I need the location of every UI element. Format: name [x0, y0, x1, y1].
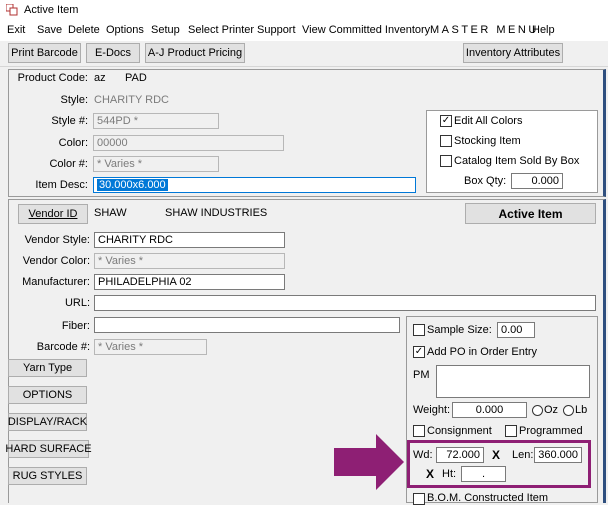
programmed-label: Programmed: [519, 425, 583, 437]
fiber-label: Fiber:: [61, 320, 90, 332]
menu-options[interactable]: Options: [106, 24, 144, 36]
item-desc-value: 30.000x6.000: [97, 179, 168, 191]
pm-label: PM: [413, 369, 430, 381]
bom-label: B.O.M. Constructed Item: [427, 492, 549, 504]
product-code-value: PAD: [125, 72, 147, 84]
add-po-checkbox[interactable]: ✓: [413, 346, 425, 358]
lb-radio[interactable]: [563, 405, 574, 416]
edit-all-colors-label: Edit All Colors: [454, 115, 523, 127]
app-icon: [6, 4, 18, 16]
oz-radio[interactable]: [532, 405, 543, 416]
title-bar: Active Item: [0, 0, 608, 21]
stocking-item-checkbox[interactable]: [440, 135, 452, 147]
sample-size-checkbox[interactable]: [413, 324, 425, 336]
menu-support[interactable]: Support: [257, 24, 296, 36]
edocs-button[interactable]: E-Docs: [86, 43, 140, 63]
yarn-type-button[interactable]: Yarn Type: [8, 359, 87, 377]
oz-label: Oz: [544, 404, 559, 416]
programmed-checkbox[interactable]: [505, 425, 517, 437]
product-code-prefix: az: [94, 72, 106, 84]
window-title: Active Item: [24, 4, 79, 16]
active-item-button[interactable]: Active Item: [465, 203, 596, 224]
style-label: Style:: [60, 94, 88, 106]
style-value: CHARITY RDC: [94, 94, 169, 106]
item-desc-field[interactable]: 30.000x6.000: [93, 177, 416, 193]
vendor-id-label: Vendor ID: [28, 208, 78, 220]
barcode-label: Barcode #:: [36, 341, 90, 353]
url-field[interactable]: [94, 295, 596, 311]
callout-arrow-icon: [334, 434, 404, 490]
style-num-field: 544PD *: [93, 113, 219, 129]
sample-size-label: Sample Size:: [427, 324, 492, 336]
url-label: URL:: [64, 297, 90, 309]
manufacturer-field[interactable]: PHILADELPHIA 02: [94, 274, 285, 290]
menu-view-committed-inventory[interactable]: View Committed Inventory: [302, 24, 430, 36]
menu-bar: Exit Save Delete Options Setup Select Pr…: [0, 21, 608, 41]
sample-size-field[interactable]: 0.00: [497, 322, 535, 338]
hard-surface-button[interactable]: HARD SURFACE: [5, 440, 92, 458]
product-code-label: Product Code:: [17, 72, 88, 84]
manufacturer-label: Manufacturer:: [22, 276, 90, 288]
options-button[interactable]: OPTIONS: [8, 386, 87, 404]
vendor-code: SHAW: [94, 207, 127, 219]
add-po-label: Add PO in Order Entry: [427, 346, 538, 358]
color-field: 00000: [93, 135, 284, 151]
pm-field[interactable]: [436, 365, 590, 398]
color-label: Color:: [58, 137, 88, 149]
vendor-id-button[interactable]: Vendor ID: [18, 204, 88, 224]
lb-label: Lb: [575, 404, 588, 416]
inventory-attributes-button[interactable]: Inventory Attributes: [463, 43, 563, 63]
display-rack-button[interactable]: DISPLAY/RACK: [8, 413, 87, 431]
color-num-label: Color #:: [49, 158, 88, 170]
menu-save[interactable]: Save: [37, 24, 62, 36]
fiber-field[interactable]: [94, 317, 400, 333]
consignment-checkbox[interactable]: [413, 425, 425, 437]
box-qty-field[interactable]: 0.000: [511, 173, 563, 189]
bom-checkbox[interactable]: [413, 493, 425, 505]
aj-product-pricing-button[interactable]: A-J Product Pricing: [145, 43, 245, 63]
menu-master-menu[interactable]: MASTER MENU: [430, 24, 539, 36]
print-barcode-button[interactable]: Print Barcode: [8, 43, 81, 63]
menu-help[interactable]: Help: [532, 24, 555, 36]
edit-all-colors-checkbox[interactable]: ✓: [440, 115, 452, 127]
barcode-field: * Varies *: [94, 339, 207, 355]
color-num-field: * Varies *: [93, 156, 219, 172]
catalog-item-checkbox[interactable]: [440, 155, 452, 167]
menu-delete[interactable]: Delete: [68, 24, 100, 36]
menu-setup[interactable]: Setup: [151, 24, 180, 36]
item-desc-label: Item Desc:: [35, 179, 88, 191]
vendor-name: SHAW INDUSTRIES: [165, 207, 268, 219]
consignment-label: Consignment: [427, 425, 492, 437]
vendor-color-label: Vendor Color:: [22, 255, 90, 267]
box-qty-label: Box Qty:: [464, 175, 507, 187]
style-num-label: Style #:: [51, 115, 88, 127]
dimension-highlight-box: [407, 440, 591, 488]
vendor-style-label: Vendor Style:: [24, 234, 90, 246]
toolbar: Print Barcode E-Docs A-J Product Pricing…: [0, 41, 608, 67]
catalog-item-label: Catalog Item Sold By Box: [454, 155, 580, 167]
stocking-item-label: Stocking Item: [454, 135, 521, 147]
rug-styles-button[interactable]: RUG STYLES: [8, 467, 87, 485]
menu-select-printer[interactable]: Select Printer: [188, 24, 254, 36]
vendor-style-field[interactable]: CHARITY RDC: [94, 232, 285, 248]
menu-exit[interactable]: Exit: [7, 24, 25, 36]
weight-field[interactable]: 0.000: [452, 402, 527, 418]
vendor-color-field: * Varies *: [94, 253, 285, 269]
weight-label: Weight:: [413, 404, 451, 416]
